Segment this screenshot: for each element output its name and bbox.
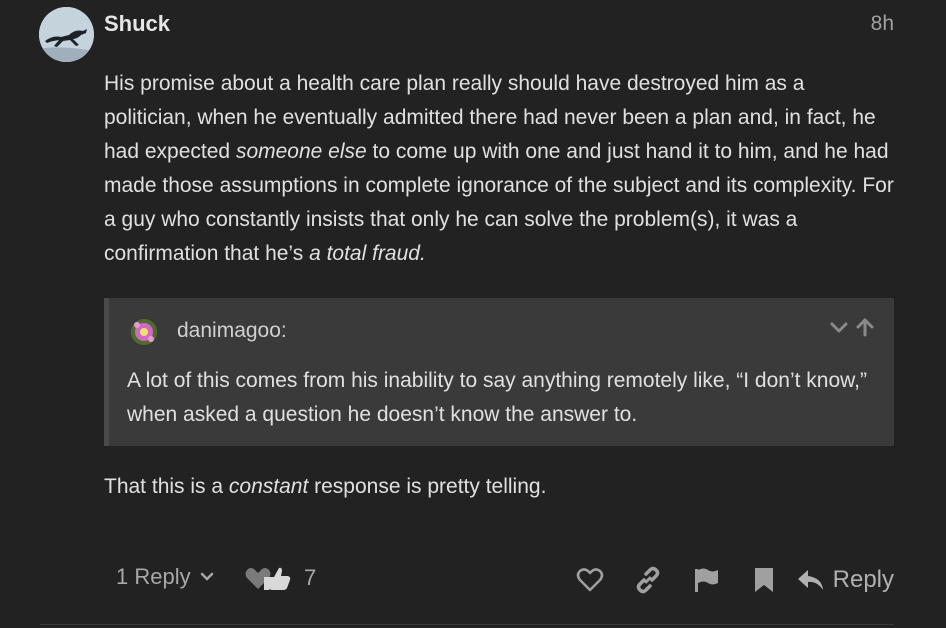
quote-author-avatar — [131, 319, 157, 345]
arrow-up-icon[interactable] — [854, 316, 876, 343]
like-button[interactable] — [561, 562, 619, 598]
quote-author: danimagoo: — [177, 319, 287, 342]
heart-icon — [576, 568, 603, 592]
reply-arrow-icon — [797, 570, 823, 590]
flag-button[interactable] — [677, 562, 735, 598]
post-body: His promise about a health care plan rea… — [104, 67, 894, 271]
quote-controls — [828, 316, 876, 343]
post-actions: Reply — [561, 562, 894, 598]
copy-link-button[interactable] — [619, 562, 677, 598]
post-timestamp[interactable]: 8h — [871, 12, 894, 36]
reaction-count: 7 — [304, 565, 317, 590]
author-avatar[interactable] — [39, 7, 94, 62]
reactions[interactable]: 7 — [244, 563, 316, 593]
chevron-down-icon — [200, 572, 213, 581]
replies-label: 1 Reply — [116, 564, 191, 589]
flower-icon — [131, 319, 157, 345]
post-footer: 1 Reply 7 Reply — [104, 558, 894, 600]
chevron-down-icon[interactable] — [828, 316, 850, 343]
post-paragraph: His promise about a health care plan rea… — [104, 72, 894, 265]
bookmark-icon — [754, 568, 773, 592]
reply-button[interactable]: Reply — [797, 566, 894, 594]
flag-icon — [694, 568, 718, 592]
post-divider — [40, 624, 894, 625]
quote-text: A lot of this comes from his inability t… — [127, 369, 867, 426]
quote-block: danimagoo: A lot of this comes from his … — [104, 298, 894, 446]
post-paragraph-after-quote: That this is a constant response is pret… — [104, 475, 547, 498]
heart-thumbs-up-icon — [245, 567, 291, 590]
post-author[interactable]: Shuck — [104, 11, 170, 37]
bookmark-button[interactable] — [735, 562, 793, 598]
link-icon — [636, 566, 659, 594]
reply-label: Reply — [832, 566, 894, 593]
running-dog-icon — [39, 7, 94, 62]
show-replies-button[interactable]: 1 Reply — [116, 564, 215, 590]
